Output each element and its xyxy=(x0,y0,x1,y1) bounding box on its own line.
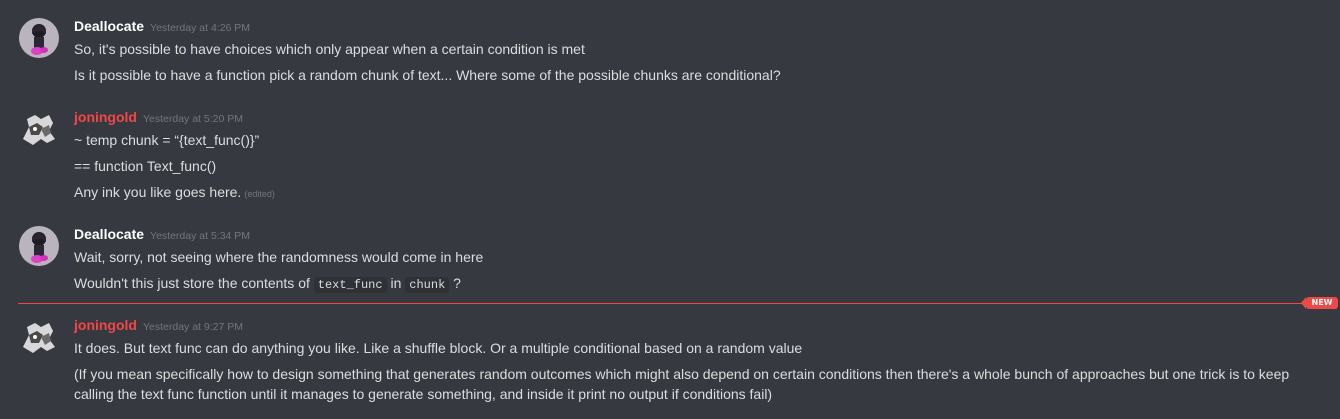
chat-messages: Deallocate Yesterday at 4:26 PM So, it's … xyxy=(0,0,1340,419)
message-text: Any ink you like goes here. (edited) xyxy=(74,183,275,203)
message-text: == function Text_func() xyxy=(74,158,217,174)
username[interactable]: joningold xyxy=(74,109,137,125)
avatar[interactable] xyxy=(19,226,59,266)
message-text: Wouldn't this just store the contents of… xyxy=(74,274,461,294)
message-text-content: ? xyxy=(449,275,461,291)
message-text-content: Wouldn't this just store the contents of xyxy=(74,275,314,291)
message-header: joningold Yesterday at 5:20 PM xyxy=(74,109,243,129)
inline-code: text_func xyxy=(313,277,387,293)
message-text-content: in xyxy=(386,275,406,291)
message-header: Deallocate Yesterday at 5:34 PM xyxy=(74,226,250,246)
timestamp: Yesterday at 4:26 PM xyxy=(150,22,251,34)
username[interactable]: Deallocate xyxy=(74,226,144,242)
avatar[interactable] xyxy=(19,109,59,149)
timestamp: Yesterday at 5:20 PM xyxy=(142,113,243,125)
new-messages-divider xyxy=(18,303,1310,304)
username[interactable]: joningold xyxy=(74,317,137,333)
message-text: So, it's possible to have choices which … xyxy=(74,41,585,57)
avatar[interactable] xyxy=(19,18,59,58)
edited-label: (edited) xyxy=(244,189,275,199)
new-badge: NEW xyxy=(1301,297,1338,309)
message-header: Deallocate Yesterday at 4:26 PM xyxy=(74,18,250,38)
message-text: (If you mean specifically how to design … xyxy=(74,366,1290,402)
avatar[interactable] xyxy=(19,317,59,357)
message-header: joningold Yesterday at 9:27 PM xyxy=(74,317,243,337)
inline-code: chunk xyxy=(405,277,450,293)
username[interactable]: Deallocate xyxy=(74,18,144,34)
timestamp: Yesterday at 5:34 PM xyxy=(150,230,251,242)
message-text: ~ temp chunk = “{text_func()}” xyxy=(74,132,260,148)
message-text: Wait, sorry, not seeing where the random… xyxy=(74,249,484,265)
timestamp: Yesterday at 9:27 PM xyxy=(142,321,243,333)
message-text-content: Any ink you like goes here. xyxy=(74,184,242,200)
message-text: It does. But text func can do anything y… xyxy=(74,340,803,356)
message-text: Is it possible to have a function pick a… xyxy=(74,67,781,83)
